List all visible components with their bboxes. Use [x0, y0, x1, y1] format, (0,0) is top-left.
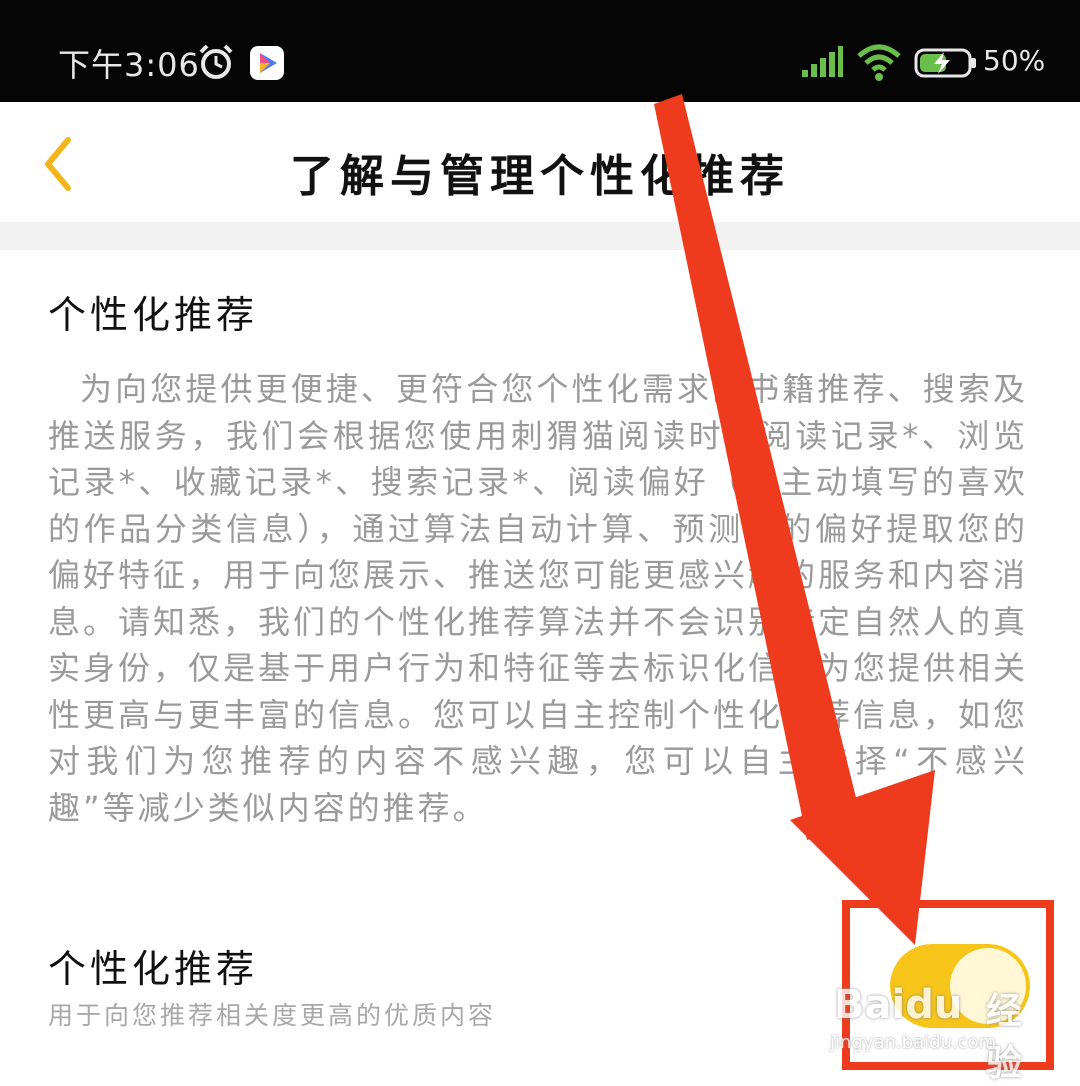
signal-icon: [802, 46, 843, 77]
watermark-url: jingyan.baidu.com: [830, 1032, 997, 1053]
status-bar: 下午3:06 50%: [0, 0, 1080, 102]
section-description: 为向您提供更便捷、更符合您个性化需求的书籍推荐、搜索及推送服务，我们会根据您使用…: [48, 370, 1029, 827]
watermark-brand: Baidu: [834, 982, 963, 1028]
app-icon: [250, 46, 284, 80]
battery-percentage: 50%: [983, 44, 1046, 77]
wifi-icon: [857, 44, 901, 81]
page-title: 了解与管理个性化推荐: [290, 151, 790, 202]
battery-icon: [914, 48, 976, 78]
setting-subtitle: 用于向您推荐相关度更高的优质内容: [48, 1001, 497, 1030]
setting-title: 个性化推荐: [48, 947, 259, 991]
section-divider: [0, 222, 1080, 250]
nav-bar: 了解与管理个性化推荐: [0, 102, 1080, 223]
section-title: 个性化推荐: [48, 293, 259, 337]
alarm-icon: [199, 44, 233, 79]
baidu-watermark: Baidu 经验 jingyan.baidu.com: [830, 978, 1050, 1084]
status-time: 下午3:06: [58, 46, 200, 84]
